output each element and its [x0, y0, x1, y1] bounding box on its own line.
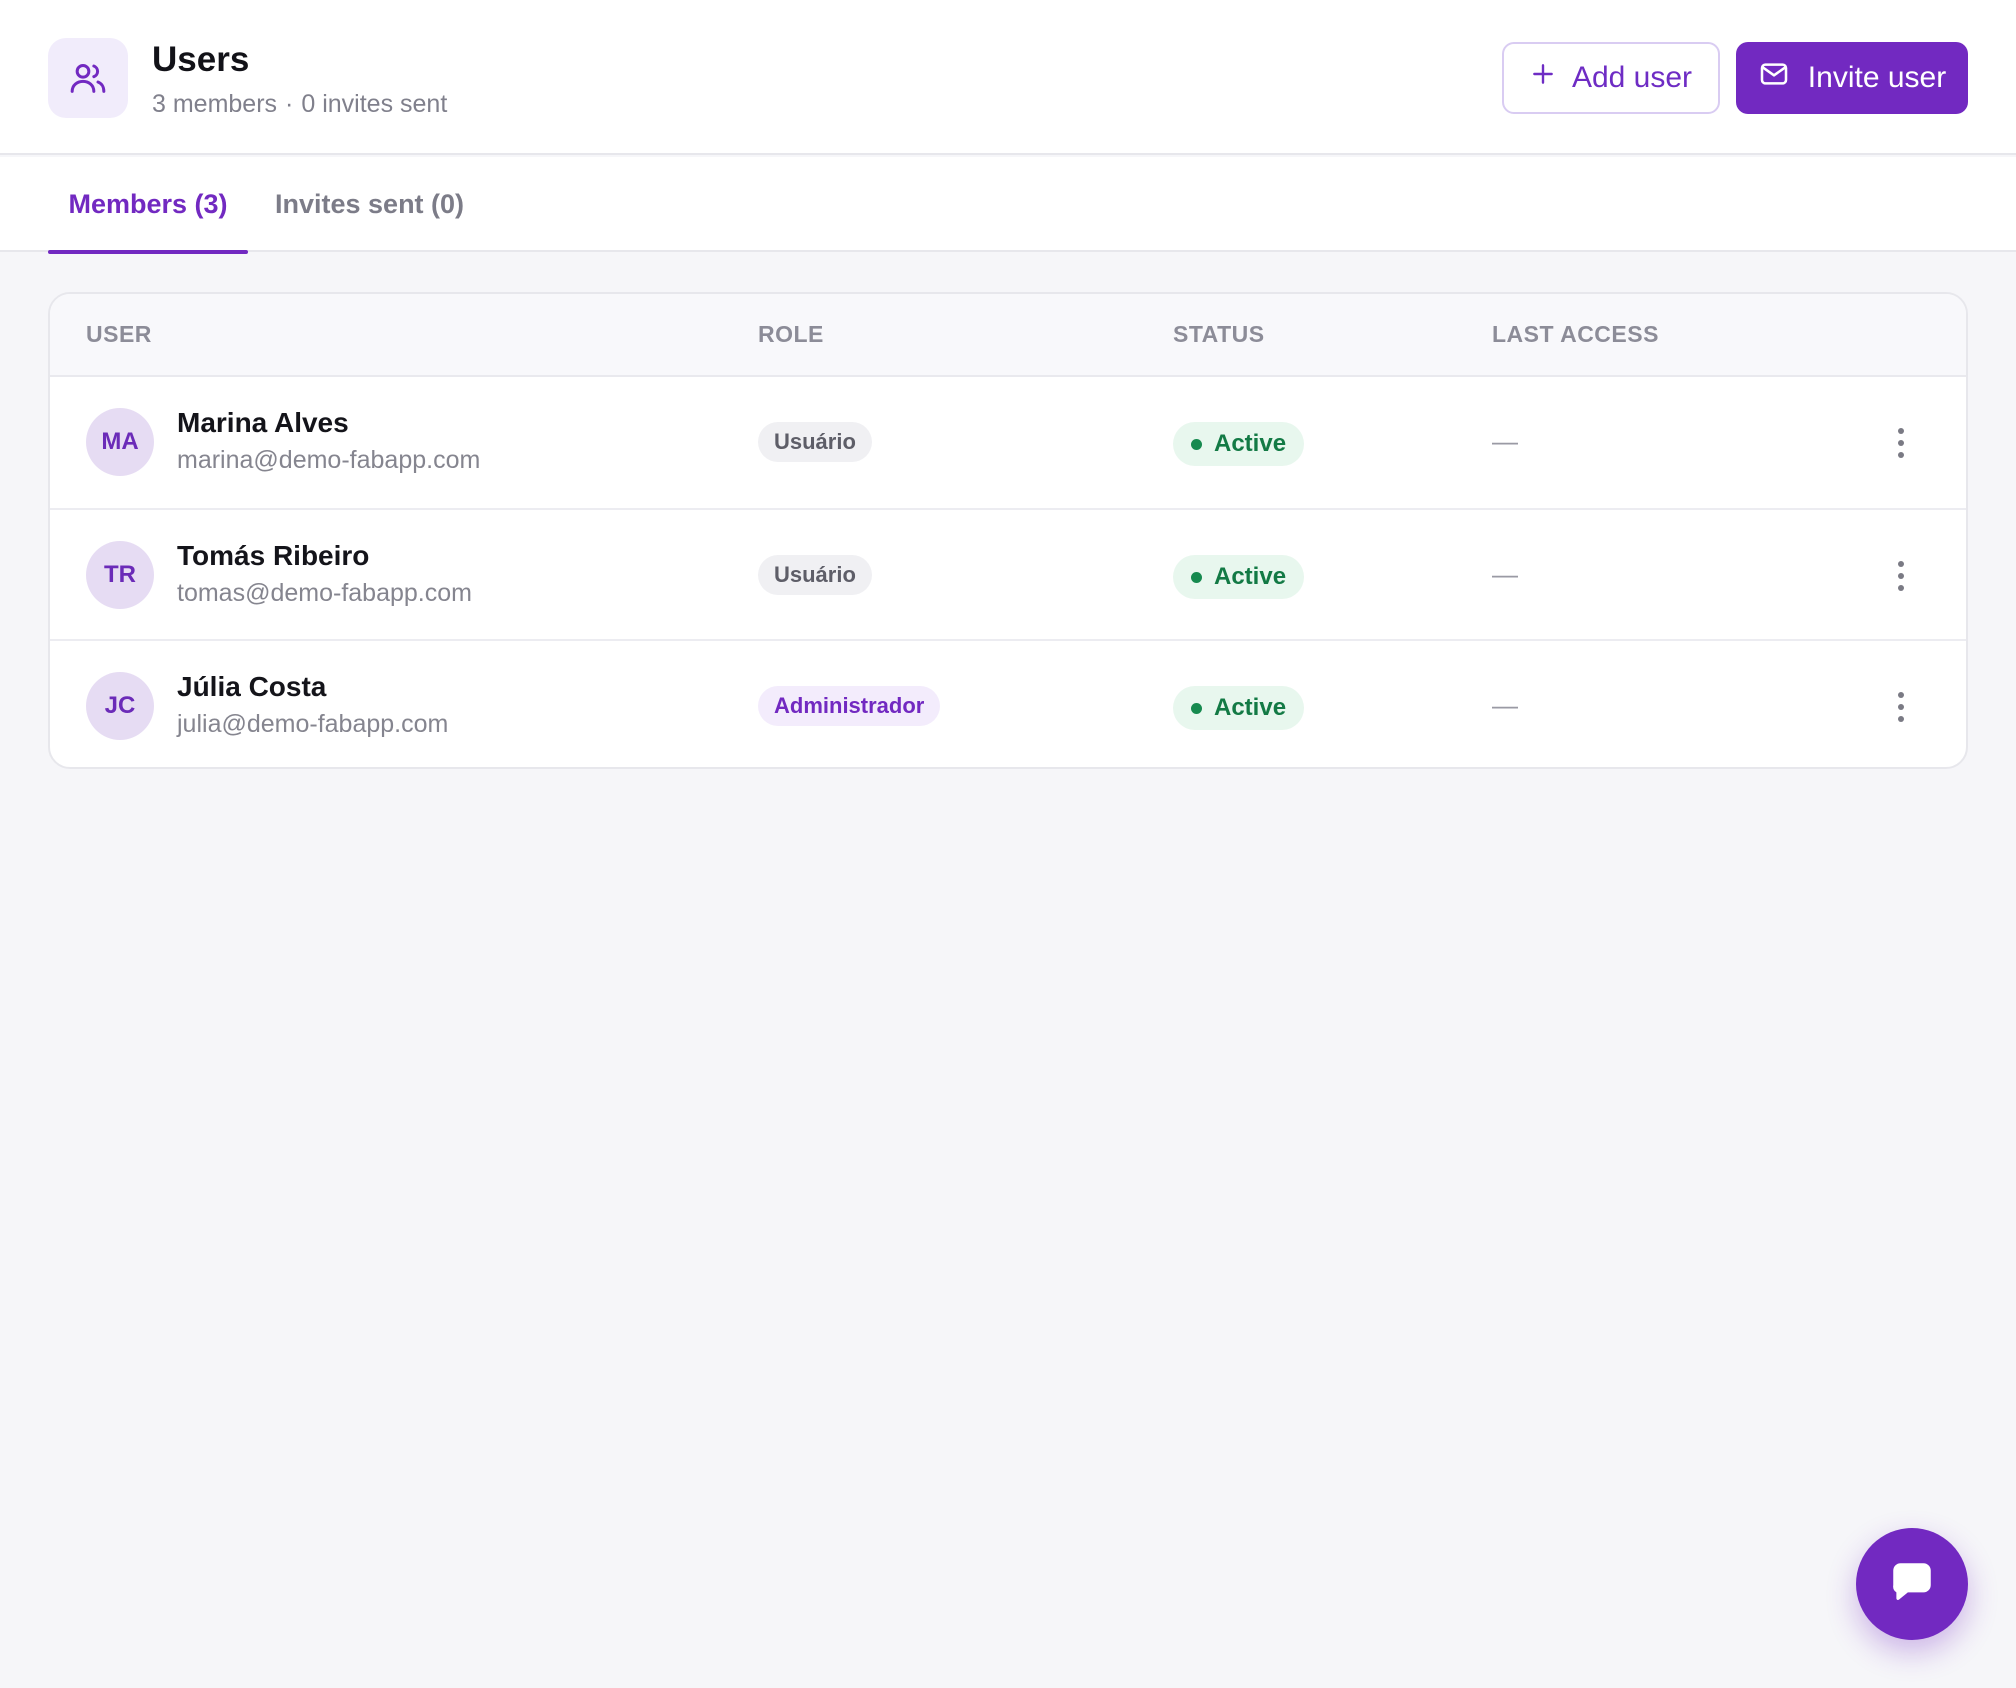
- role-badge: Usuário: [758, 422, 872, 462]
- user-name: Marina Alves: [177, 407, 349, 438]
- column-header-role: ROLE: [758, 321, 824, 347]
- tab-bar: Members (3) Invites sent (0): [0, 157, 2016, 254]
- subtitle-separator: ·: [285, 90, 294, 118]
- status-badge: Active: [1173, 422, 1305, 466]
- more-options-button[interactable]: [1888, 553, 1914, 599]
- users-icon: [48, 38, 128, 118]
- status-label: Active: [1214, 694, 1287, 721]
- invites-count: 0 invites sent: [301, 90, 448, 118]
- add-user-button[interactable]: Add user: [1502, 42, 1720, 114]
- column-header-user: USER: [86, 321, 152, 347]
- status-dot-icon: [1191, 438, 1202, 450]
- avatar: TR: [86, 541, 154, 609]
- table-row: JC Júlia Costa julia@demo-fabapp.com Adm…: [50, 639, 1966, 767]
- more-vertical-icon: [1898, 692, 1904, 698]
- members-count: 3 members: [152, 90, 278, 118]
- table-row: TR Tomás Ribeiro tomas@demo-fabapp.com U…: [50, 508, 1966, 639]
- column-header-last-access: LAST ACCESS: [1492, 321, 1659, 347]
- plus-icon: [1530, 61, 1556, 95]
- more-vertical-icon: [1898, 428, 1904, 434]
- tab-members[interactable]: Members (3): [48, 157, 248, 254]
- last-access: —: [1492, 690, 1518, 720]
- more-vertical-icon: [1898, 561, 1904, 567]
- last-access: —: [1492, 426, 1518, 456]
- table-header: USER ROLE STATUS LAST ACCESS: [50, 294, 1966, 377]
- table-row: MA Marina Alves marina@demo-fabapp.com U…: [50, 377, 1966, 508]
- user-name: Júlia Costa: [177, 671, 327, 702]
- add-user-label: Add user: [1571, 61, 1693, 94]
- avatar: JC: [86, 672, 154, 740]
- last-access: —: [1492, 559, 1518, 589]
- users-table: USER ROLE STATUS LAST ACCESS MA Marina A…: [48, 292, 1968, 769]
- mail-icon: [1758, 58, 1790, 98]
- user-email: julia@demo-fabapp.com: [177, 710, 449, 738]
- role-badge: Usuário: [758, 555, 872, 595]
- chat-button[interactable]: [1856, 1528, 1968, 1640]
- status-label: Active: [1214, 563, 1287, 590]
- page-header: Users 3 members · 0 invites sent Add use…: [0, 0, 2016, 155]
- tab-invites-sent[interactable]: Invites sent (0): [275, 157, 464, 252]
- user-name: Tomás Ribeiro: [177, 540, 370, 571]
- more-options-button[interactable]: [1888, 684, 1914, 730]
- page-title: Users: [152, 40, 250, 79]
- status-dot-icon: [1191, 702, 1202, 714]
- role-badge: Administrador: [758, 686, 941, 726]
- more-options-button[interactable]: [1888, 420, 1914, 466]
- status-dot-icon: [1191, 571, 1202, 583]
- avatar: MA: [86, 408, 154, 476]
- status-badge: Active: [1173, 555, 1305, 599]
- chat-bubble-icon: [1887, 1557, 1937, 1612]
- invite-user-button[interactable]: Invite user: [1736, 42, 1968, 114]
- user-email: marina@demo-fabapp.com: [177, 446, 481, 474]
- status-badge: Active: [1173, 686, 1305, 730]
- user-email: tomas@demo-fabapp.com: [177, 579, 472, 607]
- invite-user-label: Invite user: [1807, 61, 1947, 94]
- column-header-status: STATUS: [1173, 321, 1265, 347]
- page-subtitle: 3 members · 0 invites sent: [152, 88, 447, 120]
- status-label: Active: [1214, 430, 1287, 457]
